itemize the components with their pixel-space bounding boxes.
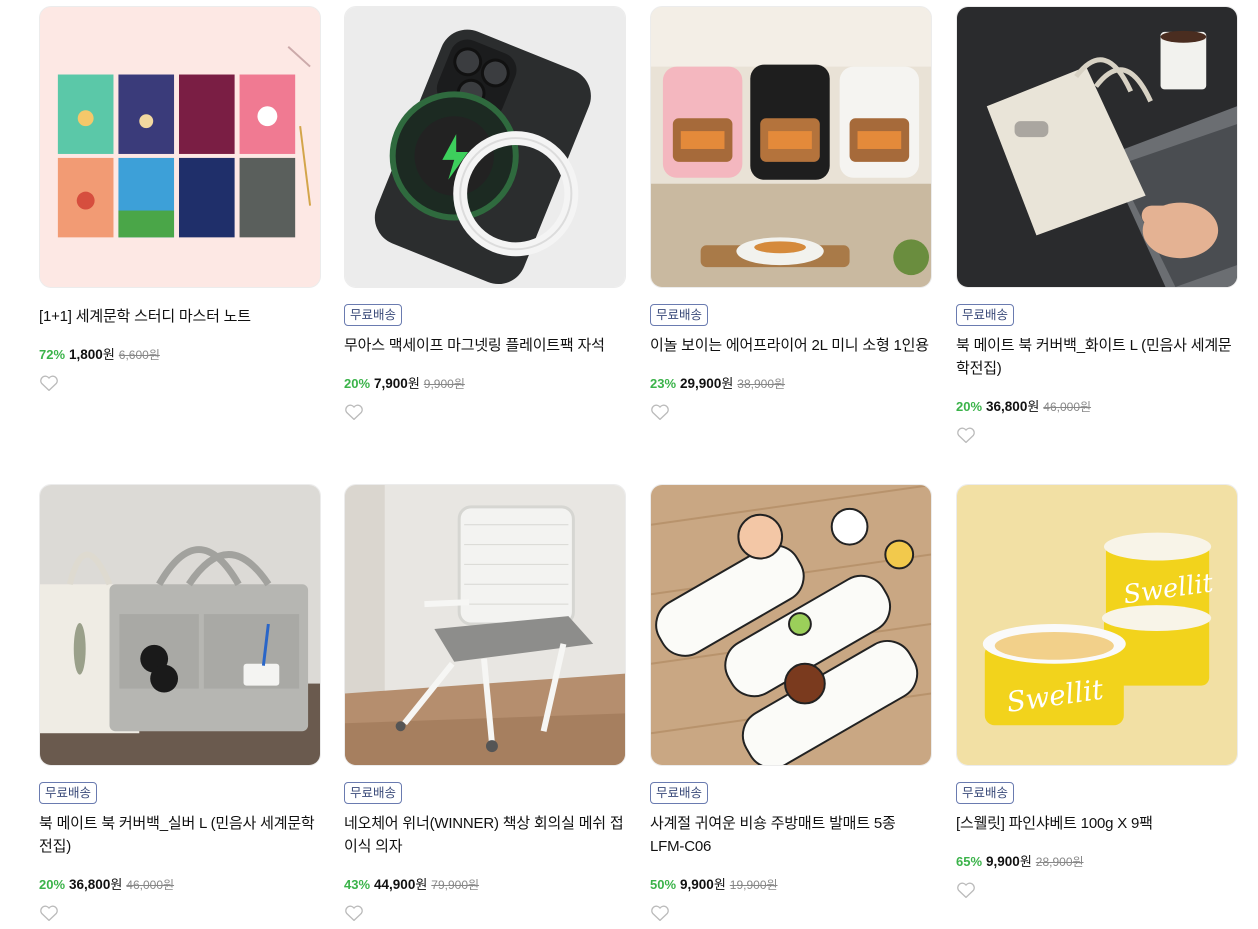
heart-icon[interactable]: [650, 403, 670, 421]
original-price: 46,000원: [1043, 400, 1092, 414]
product-image[interactable]: [956, 6, 1238, 288]
price-row: 20% 7,900원 9,900원: [344, 375, 626, 393]
sale-price: 7,900: [374, 376, 408, 391]
product-title[interactable]: 사계절 귀여운 비숑 주방매트 발매트 5종 LFM-C06: [650, 812, 932, 858]
original-price: 46,000원: [126, 878, 175, 892]
product-title[interactable]: 무아스 맥세이프 마그넷링 플레이트팩 자석: [344, 334, 626, 357]
original-price: 9,900원: [423, 377, 465, 391]
product-image[interactable]: Swellit Swellit: [956, 484, 1238, 766]
sale-price: 1,800: [69, 347, 103, 362]
original-price: 79,900원: [431, 878, 480, 892]
price-row: 20% 36,800원 46,000원: [39, 876, 321, 894]
original-price: 38,900원: [737, 377, 786, 391]
discount-rate: 43%: [344, 877, 371, 892]
sale-price: 44,900: [374, 877, 416, 892]
sale-price: 9,900: [986, 854, 1020, 869]
discount-rate: 72%: [39, 347, 66, 362]
product-title[interactable]: 이놀 보이는 에어프라이어 2L 미니 소형 1인용: [650, 334, 932, 357]
product-image[interactable]: [39, 484, 321, 766]
discount-rate: 65%: [956, 854, 983, 869]
product-image[interactable]: [39, 6, 321, 288]
free-shipping-badge: 무료배송: [39, 782, 98, 804]
price-row: 50% 9,900원 19,900원: [650, 876, 932, 894]
price-row: 43% 44,900원 79,900원: [344, 876, 626, 894]
product-title[interactable]: 북 메이트 북 커버백_화이트 L (민음사 세계문학전집): [956, 334, 1238, 380]
original-price: 19,900원: [729, 878, 778, 892]
heart-icon[interactable]: [39, 374, 59, 392]
free-shipping-badge: 무료배송: [650, 304, 709, 326]
discount-rate: 20%: [956, 399, 983, 414]
price-unit: 원: [1019, 854, 1032, 869]
sale-price: 29,900: [680, 376, 722, 391]
original-price: 28,900원: [1035, 855, 1084, 869]
sale-price: 36,800: [986, 399, 1028, 414]
product-title[interactable]: 네오체어 위너(WINNER) 책상 회의실 메쉬 접이식 의자: [344, 812, 626, 858]
price-unit: 원: [110, 877, 123, 892]
heart-icon[interactable]: [344, 403, 364, 421]
product-card[interactable]: [1+1] 세계문학 스터디 마스터 노트 72% 1,800원 6,600원: [39, 6, 321, 397]
product-image[interactable]: [344, 6, 626, 288]
heart-icon[interactable]: [344, 904, 364, 922]
price-unit: 원: [721, 376, 734, 391]
product-card[interactable]: 무료배송 북 메이트 북 커버백_실버 L (민음사 세계문학전집) 20% 36…: [39, 484, 321, 927]
sale-price: 36,800: [69, 877, 111, 892]
product-image[interactable]: [650, 484, 932, 766]
product-card[interactable]: 무료배송 무아스 맥세이프 마그넷링 플레이트팩 자석 20% 7,900원 9,9…: [344, 6, 626, 426]
price-unit: 원: [1027, 399, 1040, 414]
price-row: 20% 36,800원 46,000원: [956, 398, 1238, 416]
free-shipping-badge: 무료배송: [956, 304, 1015, 326]
free-shipping-badge: 무료배송: [650, 782, 709, 804]
product-card[interactable]: Swellit Swellit 무료배송 [스웰릿] 파인샤베트 100g X …: [956, 484, 1238, 904]
price-unit: 원: [407, 376, 420, 391]
heart-icon[interactable]: [956, 426, 976, 444]
free-shipping-badge: 무료배송: [344, 782, 403, 804]
product-card[interactable]: 무료배송 북 메이트 북 커버백_화이트 L (민음사 세계문학전집) 20% 3…: [956, 6, 1238, 449]
price-unit: 원: [415, 877, 428, 892]
product-image[interactable]: [344, 484, 626, 766]
price-row: 72% 1,800원 6,600원: [39, 346, 321, 364]
price-unit: 원: [102, 347, 115, 362]
product-title[interactable]: [스웰릿] 파인샤베트 100g X 9팩: [956, 812, 1238, 835]
original-price: 6,600원: [118, 348, 160, 362]
discount-rate: 23%: [650, 376, 677, 391]
heart-icon[interactable]: [956, 881, 976, 899]
free-shipping-badge: 무료배송: [956, 782, 1015, 804]
product-card[interactable]: 무료배송 이놀 보이는 에어프라이어 2L 미니 소형 1인용 23% 29,90…: [650, 6, 932, 426]
product-title[interactable]: 북 메이트 북 커버백_실버 L (민음사 세계문학전집): [39, 812, 321, 858]
discount-rate: 20%: [344, 376, 371, 391]
product-image[interactable]: [650, 6, 932, 288]
heart-icon[interactable]: [39, 904, 59, 922]
heart-icon[interactable]: [650, 904, 670, 922]
price-row: 23% 29,900원 38,900원: [650, 375, 932, 393]
product-card[interactable]: 무료배송 네오체어 위너(WINNER) 책상 회의실 메쉬 접이식 의자 43…: [344, 484, 626, 927]
price-unit: 원: [713, 877, 726, 892]
price-row: 65% 9,900원 28,900원: [956, 853, 1238, 871]
free-shipping-badge: 무료배송: [344, 304, 403, 326]
discount-rate: 50%: [650, 877, 677, 892]
discount-rate: 20%: [39, 877, 66, 892]
product-card[interactable]: 무료배송 사계절 귀여운 비숑 주방매트 발매트 5종 LFM-C06 50% 9…: [650, 484, 932, 927]
product-title[interactable]: [1+1] 세계문학 스터디 마스터 노트: [39, 305, 321, 328]
sale-price: 9,900: [680, 877, 714, 892]
